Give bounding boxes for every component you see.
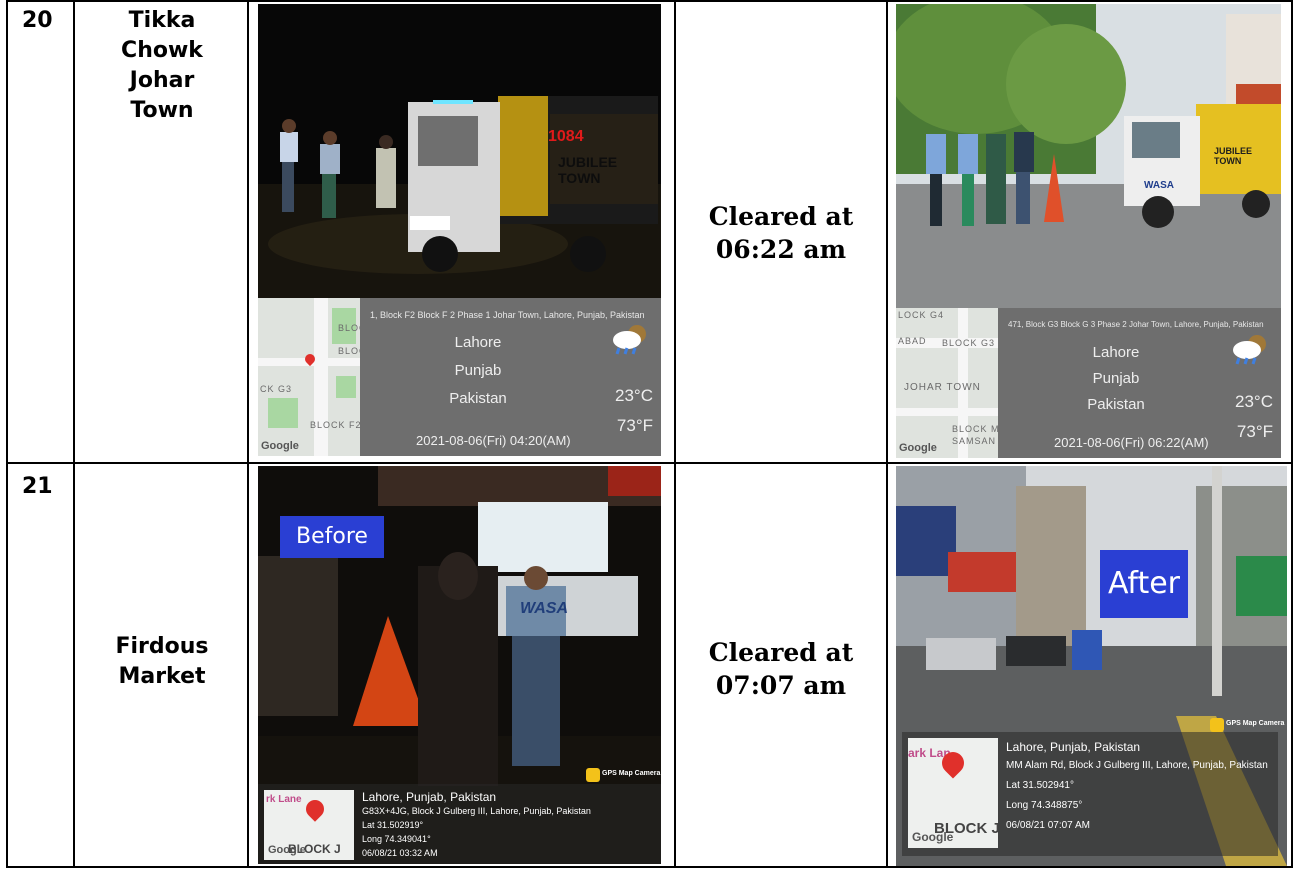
cleared-status: Cleared at 06:22 am	[708, 202, 854, 264]
rain-cloud-icon	[613, 325, 646, 355]
datetime-text: 2021-08-06(Fri) 06:22(AM)	[1054, 435, 1209, 450]
map-thumbnail: rk Lane BLOCK J Google	[264, 790, 354, 860]
longitude-text: Long 74.349041°	[362, 834, 431, 844]
temperature-fahrenheit: 73°F	[616, 416, 653, 435]
column-divider	[674, 0, 676, 868]
address-text: G83X+4JG, Block J Gulberg III, Lahore, P…	[362, 806, 591, 816]
map-thumbnail: BLOC BLOC CK G3 BLOCK F2 Google	[258, 298, 360, 456]
location-title: Lahore, Punjab, Pakistan	[1006, 740, 1141, 754]
google-logo: Google	[912, 830, 954, 844]
truck-label: JUBILEE TOWN	[558, 154, 618, 186]
map-graphic	[258, 298, 360, 456]
location-stamp: LOCK G4 ABAD BLOCK G3 JOHAR TOWN BLOCK M…	[896, 308, 1281, 458]
row-number: 21	[22, 474, 53, 499]
after-tag: After	[1100, 550, 1188, 618]
gps-camera-icon	[1210, 718, 1224, 732]
city-text: Lahore	[454, 334, 502, 351]
location-title: Lahore, Punjab, Pakistan	[362, 790, 497, 804]
google-logo: Google	[899, 442, 937, 454]
location-name: Tikka Chowk Johar Town	[121, 8, 203, 123]
google-logo: Google	[268, 844, 306, 856]
before-photo: Before WASA GPS Map Camera rk Lane BLOCK…	[258, 466, 661, 864]
column-divider	[73, 0, 75, 868]
city-text: Lahore	[1092, 344, 1140, 361]
latitude-text: Lat 31.502919°	[362, 820, 424, 830]
temperature-celsius: 23°C	[1235, 392, 1273, 411]
map-thumbnail: ark Lan BLOCK J Google	[908, 738, 998, 848]
address-text: MM Alam Rd, Block J Gulberg III, Lahore,…	[1006, 760, 1268, 771]
datetime-text: 06/08/21 03:32 AM	[362, 848, 438, 858]
truck-label: JUBILEE TOWN	[1214, 146, 1253, 166]
temperature-celsius: 23°C	[615, 386, 653, 405]
datetime-text: 2021-08-06(Fri) 04:20(AM)	[416, 433, 571, 448]
row-number: 20	[22, 8, 53, 33]
location-stamp: BLOC BLOC CK G3 BLOCK F2 Google 1, Block…	[258, 298, 661, 456]
table-border-right	[1291, 0, 1293, 868]
rain-cloud-icon	[1233, 335, 1266, 365]
cleared-status: Cleared at 07:07 am	[708, 638, 854, 700]
after-photo: WASA JUBILEE TOWN LOCK G4 ABAD BLOCK G3 …	[896, 4, 1281, 458]
address-text: 1, Block F2 Block F 2 Phase 1 Johar Town…	[370, 310, 645, 320]
after-photo: After GPS Map Camera ark Lan BLOCK J Goo…	[896, 466, 1287, 866]
gps-camera-badge: GPS Map Camera	[584, 768, 661, 782]
address-text: 471, Block G3 Block G 3 Phase 2 Johar To…	[1008, 320, 1264, 329]
location-name: Firdous Market	[115, 634, 209, 689]
gps-camera-icon	[586, 768, 600, 782]
longitude-text: Long 74.348875°	[1006, 800, 1083, 811]
before-photo: 1084 JUBILEE TOWN BLOC BLOC CK G3 BLOCK …	[258, 4, 661, 456]
province-text: Punjab	[454, 362, 502, 379]
truck-brand: WASA	[1144, 180, 1174, 191]
table-row-divider	[6, 462, 1293, 464]
before-tag: Before	[280, 516, 384, 558]
province-text: Punjab	[1092, 370, 1140, 387]
temperature-fahrenheit: 73°F	[1236, 422, 1273, 441]
google-logo: Google	[261, 440, 299, 452]
country-text: Pakistan	[1087, 396, 1145, 413]
table-border-left	[6, 0, 8, 868]
location-stamp: rk Lane BLOCK J Google Lahore, Punjab, P…	[258, 784, 661, 864]
shirt-logo: WASA	[520, 600, 568, 617]
country-text: Pakistan	[449, 390, 507, 407]
table-border-bottom	[6, 866, 1293, 868]
map-thumbnail: LOCK G4 ABAD BLOCK G3 JOHAR TOWN BLOCK M…	[896, 308, 998, 458]
location-stamp: ark Lan BLOCK J Google Lahore, Punjab, P…	[902, 732, 1278, 856]
map-pin-icon	[302, 796, 328, 822]
table-border-top	[6, 0, 1293, 2]
column-divider	[247, 0, 249, 868]
truck-number: 1084	[548, 128, 584, 145]
latitude-text: Lat 31.502941°	[1006, 780, 1074, 791]
datetime-text: 06/08/21 07:07 AM	[1006, 820, 1090, 831]
column-divider	[886, 0, 888, 868]
gps-camera-badge: GPS Map Camera	[1208, 718, 1287, 732]
